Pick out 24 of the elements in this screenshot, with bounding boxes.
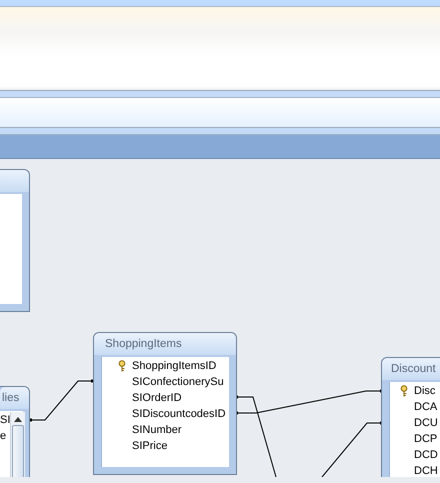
- relationship-line: [29, 380, 94, 422]
- table-window[interactable]: [0, 169, 30, 312]
- field-name[interactable]: SINumber: [132, 424, 182, 436]
- field-name[interactable]: ShoppingItemsID: [132, 360, 216, 372]
- field-name[interactable]: DCA: [414, 401, 438, 413]
- field-name[interactable]: Disc: [414, 385, 436, 397]
- table-title: ShoppingItems: [105, 338, 182, 350]
- field-name[interactable]: SIOrderID: [132, 392, 182, 404]
- relationship-line: [322, 422, 383, 477]
- field-name[interactable]: SIPrice: [132, 440, 168, 452]
- table-window[interactable]: lies SI e: [0, 386, 30, 477]
- field-name[interactable]: DCH: [414, 465, 438, 477]
- table-title: Discount: [391, 363, 436, 375]
- field-name[interactable]: SIConfectionerySu: [132, 376, 224, 388]
- scrollbar[interactable]: [10, 412, 26, 477]
- table-title: lies: [2, 392, 20, 404]
- field-name[interactable]: SIDiscountcodesID: [132, 408, 226, 420]
- table-window[interactable]: Discount Disc DCA DCU DCP DCD DCH: [381, 357, 440, 477]
- field-name[interactable]: DCU: [414, 417, 438, 429]
- table-window[interactable]: ShoppingItems ShoppingItemsID SIConfectionerySu SIOrderID SIDiscountcodesID SINumber SIPrice: [93, 332, 237, 475]
- field-name[interactable]: SI: [0, 414, 10, 426]
- field-name[interactable]: DCP: [414, 433, 438, 445]
- field-name[interactable]: e: [0, 430, 6, 442]
- field-name[interactable]: DCD: [414, 449, 438, 461]
